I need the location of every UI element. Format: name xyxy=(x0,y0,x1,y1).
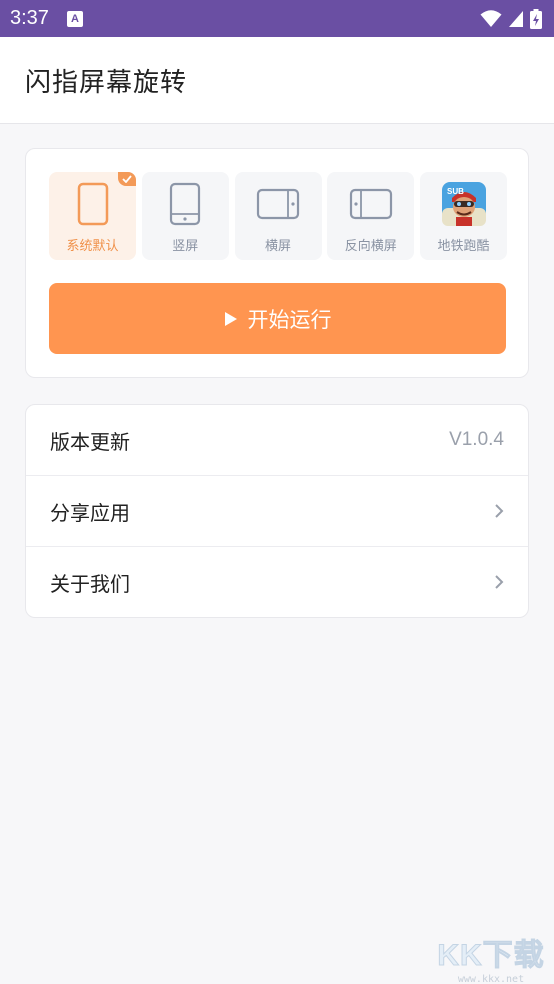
page-title: 闪指屏幕旋转 xyxy=(25,67,188,98)
menu-item-label: 版本更新 xyxy=(50,429,130,454)
mode-label: 系统默认 xyxy=(66,239,119,254)
portrait-icon xyxy=(163,182,207,226)
mode-card: 系统默认 竖屏 横屏 反向横屏 SUB 地铁跑酷 开始运行 xyxy=(25,148,529,378)
notification-icon: A xyxy=(66,10,83,27)
menu-item-share-app[interactable]: 分享应用 xyxy=(26,476,528,547)
svg-text:SUB: SUB xyxy=(447,187,464,196)
play-icon xyxy=(224,311,237,326)
start-button-label: 开始运行 xyxy=(247,308,332,332)
watermark: KK下载 www.kkx.net xyxy=(432,930,550,984)
start-button[interactable]: 开始运行 xyxy=(49,283,506,354)
wifi-icon xyxy=(480,9,502,27)
mode-list: 系统默认 竖屏 横屏 反向横屏 SUB 地铁跑酷 xyxy=(49,172,507,260)
mode-label: 地铁跑酷 xyxy=(437,239,490,254)
mode-option-landscape[interactable]: 横屏 xyxy=(234,172,322,260)
subway-surfers-app-icon: SUB xyxy=(441,182,486,226)
status-time: 3:37 xyxy=(10,7,49,29)
watermark-logo: KK下载 xyxy=(437,939,545,973)
chevron-right-icon xyxy=(494,574,504,590)
menu-item-version-update[interactable]: 版本更新 V1.0.4 xyxy=(26,405,528,476)
battery-charging-icon xyxy=(530,8,542,29)
menu-item-label: 分享应用 xyxy=(50,500,130,525)
app-bar: 闪指屏幕旋转 xyxy=(0,37,554,124)
mode-option-subway-surfers[interactable]: SUB 地铁跑酷 xyxy=(420,172,507,260)
status-icons xyxy=(480,8,542,29)
mode-option-reverse-landscape[interactable]: 反向横屏 xyxy=(327,172,415,260)
reverse-landscape-icon xyxy=(349,182,393,226)
settings-menu: 版本更新 V1.0.4 分享应用 关于我们 xyxy=(25,404,529,618)
watermark-url: www.kkx.net xyxy=(457,974,525,984)
mode-label: 竖屏 xyxy=(172,239,199,254)
mode-label: 反向横屏 xyxy=(344,239,397,254)
chevron-right-icon xyxy=(494,503,504,519)
landscape-icon xyxy=(256,182,300,226)
menu-item-label: 关于我们 xyxy=(50,571,130,596)
cellular-signal-icon xyxy=(509,10,523,27)
check-icon xyxy=(118,172,136,186)
menu-item-about-us[interactable]: 关于我们 xyxy=(26,547,528,617)
mode-option-portrait[interactable]: 竖屏 xyxy=(141,172,229,260)
mode-option-system-default[interactable]: 系统默认 xyxy=(49,172,136,260)
version-value: V1.0.4 xyxy=(449,429,504,450)
phone-outline-icon xyxy=(71,182,115,226)
status-bar: 3:37 A xyxy=(0,0,554,37)
mode-label: 横屏 xyxy=(264,239,291,254)
